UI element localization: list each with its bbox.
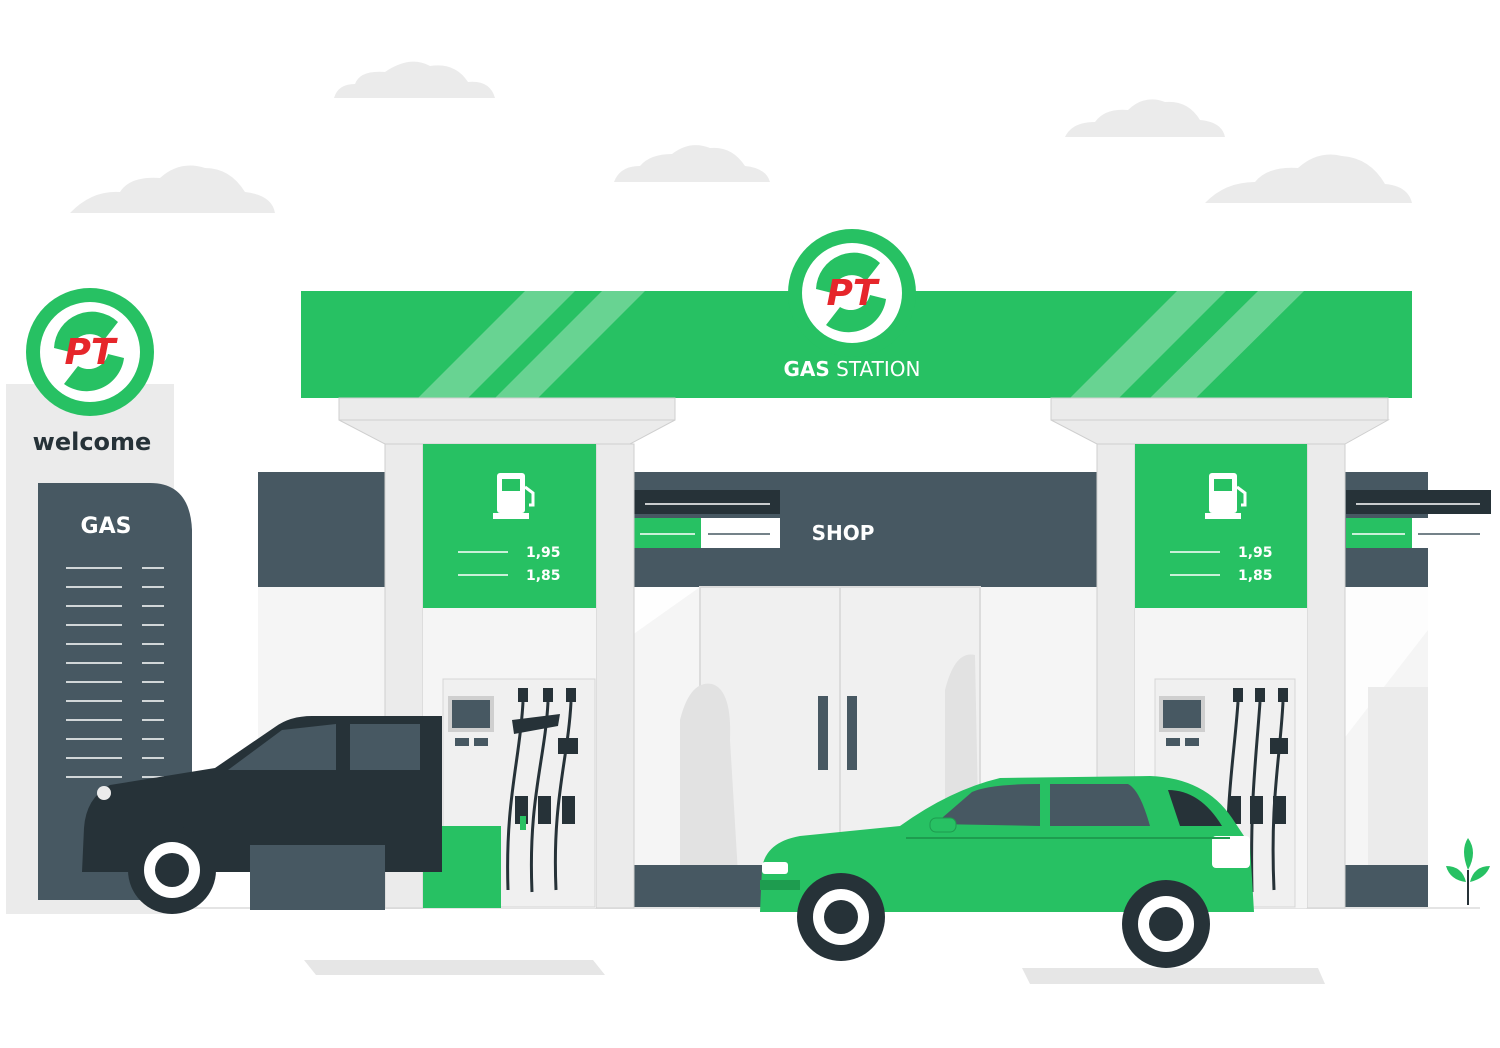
ground-strip [1022, 968, 1325, 984]
shop-sign: SHOP [812, 521, 875, 545]
price-value: 1,85 [526, 568, 561, 584]
totem-logo-text: PT [65, 332, 118, 373]
cloud [614, 145, 770, 182]
clouds [70, 61, 1412, 213]
cloud [70, 165, 275, 213]
door-handle [818, 696, 828, 770]
totem-logo: PT [26, 288, 154, 416]
gas-station-illustration: SHOP welcome GAS PT PT GAS STATION 1,95 … [6, 61, 1491, 984]
plant [1446, 838, 1490, 905]
cloud [1205, 154, 1412, 203]
price-value: 1,95 [526, 545, 561, 561]
price-value: 1,85 [1238, 568, 1273, 584]
cloud [1065, 99, 1225, 137]
canopy-logo: PT [788, 229, 916, 357]
cloud [334, 61, 495, 98]
canopy: PT GAS STATION [301, 229, 1412, 398]
totem-gas-text: GAS [81, 514, 132, 539]
price-value: 1,95 [1238, 545, 1273, 561]
totem-welcome-text: welcome [33, 428, 152, 456]
canopy-logo-text: PT [827, 273, 880, 314]
canopy-title: GAS STATION [784, 357, 921, 381]
door-handle [847, 696, 857, 770]
ground-strip [304, 960, 605, 975]
